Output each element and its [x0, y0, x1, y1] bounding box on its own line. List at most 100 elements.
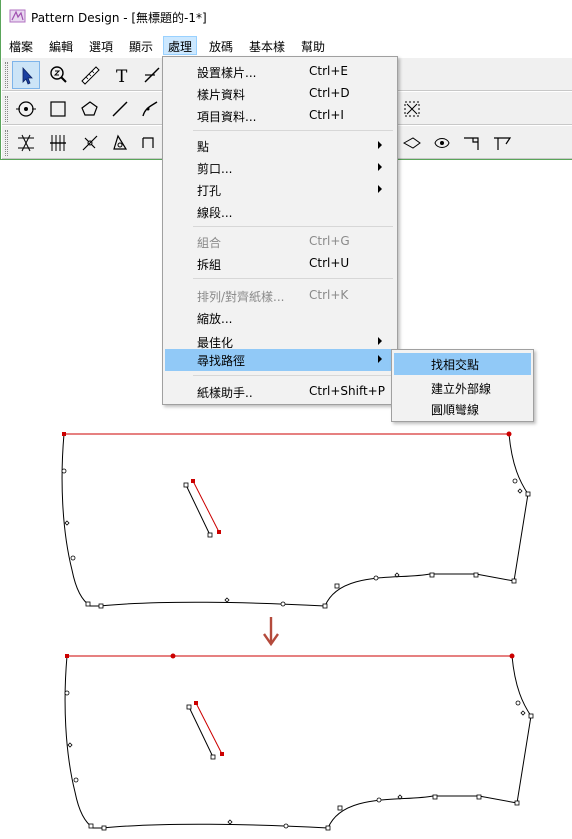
menu-grading[interactable]: 放碼: [205, 37, 237, 56]
diamond-point[interactable]: [224, 597, 230, 603]
split-tool-button[interactable]: [76, 129, 104, 157]
menu-options[interactable]: 選項: [85, 37, 117, 56]
control-point[interactable]: [325, 825, 331, 831]
menu-item-punch[interactable]: 打孔: [165, 179, 395, 201]
control-point[interactable]: [73, 777, 79, 783]
menu-item-notch[interactable]: 剪口...: [165, 157, 395, 179]
corner-point[interactable]: [509, 653, 515, 659]
corner-tool-button[interactable]: [458, 129, 486, 157]
menu-item-point[interactable]: 點: [165, 135, 395, 157]
curve-tool-button[interactable]: [136, 95, 164, 123]
control-point[interactable]: [207, 532, 213, 538]
corner-point[interactable]: [62, 432, 66, 436]
control-point[interactable]: [511, 578, 517, 584]
polygon-tool-button[interactable]: [76, 95, 104, 123]
menu-item-label: 打孔: [197, 184, 222, 198]
svg-text:T: T: [116, 67, 128, 86]
control-point[interactable]: [183, 482, 189, 488]
toolbar-grip[interactable]: [5, 96, 8, 122]
menu-help[interactable]: 幫助: [297, 37, 329, 56]
menu-item-ungroup[interactable]: 拆組 Ctrl+U: [165, 253, 395, 275]
control-point[interactable]: [64, 690, 70, 696]
measure-tool-button[interactable]: [44, 129, 72, 157]
intersection-point[interactable]: [170, 653, 176, 659]
menu-view[interactable]: 顯示: [125, 37, 157, 56]
control-point[interactable]: [101, 825, 107, 831]
control-point[interactable]: [280, 601, 286, 607]
control-point[interactable]: [512, 478, 518, 484]
control-point[interactable]: [61, 468, 67, 474]
menu-item-arrange-align[interactable]: 排列/對齊紙樣... Ctrl+K: [165, 285, 395, 307]
menu-item-shortcut: Ctrl+G: [309, 234, 350, 248]
arc-tool-button[interactable]: [398, 129, 426, 157]
control-point[interactable]: [194, 701, 198, 705]
text-tool-button[interactable]: T: [108, 61, 136, 89]
control-point[interactable]: [98, 603, 104, 609]
control-point[interactable]: [528, 713, 534, 719]
menu-item-scale[interactable]: 縮放...: [165, 307, 395, 329]
control-point[interactable]: [473, 572, 479, 578]
control-point[interactable]: [88, 823, 94, 829]
diamond-point[interactable]: [64, 520, 70, 526]
control-point[interactable]: [191, 479, 195, 483]
control-point[interactable]: [514, 800, 520, 806]
menu-item-set-piece[interactable]: 設置樣片... Ctrl+E: [165, 61, 395, 83]
point-tool-button[interactable]: [12, 95, 40, 123]
corner-point[interactable]: [506, 431, 512, 437]
submenu-item-create-outer-line[interactable]: 建立外部線: [394, 377, 531, 399]
menu-edit[interactable]: 編輯: [45, 37, 77, 56]
toolbar-grip[interactable]: [5, 130, 8, 156]
menu-item-label: 設置樣片...: [197, 66, 257, 80]
control-point[interactable]: [186, 704, 192, 710]
control-point[interactable]: [476, 794, 482, 800]
control-point[interactable]: [337, 805, 343, 811]
flag-tool-button[interactable]: [488, 129, 516, 157]
menu-basic-block[interactable]: 基本樣: [245, 37, 289, 56]
menu-item-label: 縮放...: [197, 312, 233, 326]
notch-tool-button[interactable]: [428, 129, 456, 157]
menu-item-pattern-assistant[interactable]: 紙樣助手.. Ctrl+Shift+P: [165, 381, 395, 403]
shape2-tool-button[interactable]: [136, 129, 164, 157]
menu-item-shortcut: Ctrl+Shift+P: [309, 384, 385, 398]
control-point[interactable]: [376, 797, 382, 803]
pleat-tool-button[interactable]: [12, 129, 40, 157]
control-point[interactable]: [85, 601, 91, 607]
fit-frame-tool-button[interactable]: [398, 95, 426, 123]
diamond-point[interactable]: [67, 742, 73, 748]
submenu-item-find-intersection[interactable]: 找相交點: [394, 353, 531, 375]
shape-tool-button[interactable]: [106, 129, 134, 157]
control-point[interactable]: [525, 491, 531, 497]
control-point[interactable]: [220, 752, 224, 756]
corner-point[interactable]: [65, 654, 69, 658]
toolbar-grip[interactable]: [5, 62, 8, 88]
zoom-tool-button[interactable]: [44, 61, 72, 89]
control-point[interactable]: [334, 583, 340, 589]
menu-file[interactable]: 檔案: [5, 37, 37, 56]
split-icon: [82, 135, 98, 151]
menu-item-segment[interactable]: 線段...: [165, 201, 395, 223]
control-point[interactable]: [373, 575, 379, 581]
rectangle-tool-button[interactable]: [44, 95, 72, 123]
menu-item-project-info[interactable]: 項目資料... Ctrl+I: [165, 105, 395, 127]
menu-item-piece-info[interactable]: 樣片資料 Ctrl+D: [165, 83, 395, 105]
ruler-tool-button[interactable]: [76, 61, 104, 89]
submenu-item-smooth-curve[interactable]: 圓順彎線: [394, 398, 531, 420]
control-point[interactable]: [432, 794, 438, 800]
control-point[interactable]: [217, 530, 221, 534]
control-point[interactable]: [283, 823, 289, 829]
menu-item-group[interactable]: 組合 Ctrl+G: [165, 231, 395, 253]
diamond-point[interactable]: [227, 819, 233, 825]
control-point[interactable]: [429, 572, 435, 578]
control-point[interactable]: [515, 700, 521, 706]
control-point[interactable]: [322, 603, 328, 609]
line-tool-button[interactable]: [106, 95, 134, 123]
diamond-point[interactable]: [520, 710, 526, 716]
control-point[interactable]: [70, 555, 76, 561]
control-point[interactable]: [210, 754, 216, 760]
menu-item-label: 樣片資料: [197, 88, 246, 102]
menu-process[interactable]: 處理: [163, 36, 198, 55]
menu-item-find-path[interactable]: 尋找路徑: [165, 349, 395, 371]
menu-item-shortcut: Ctrl+K: [309, 288, 349, 302]
select-tool-button[interactable]: [12, 61, 40, 89]
diamond-point[interactable]: [517, 488, 523, 494]
